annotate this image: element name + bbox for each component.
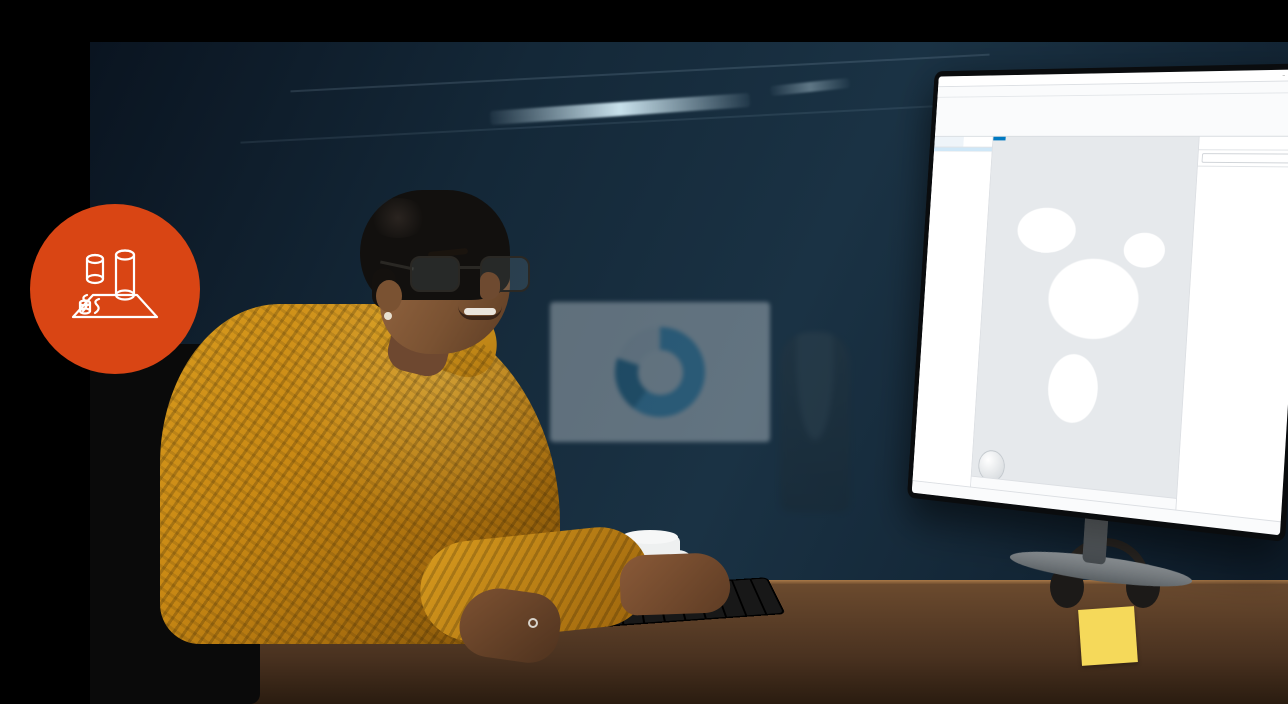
monitor-bezel: –☐✕ [907,63,1288,542]
sticky-note [1078,606,1138,666]
tab-drawing[interactable] [934,137,963,147]
map-view[interactable] [971,137,1199,510]
window-controls[interactable]: –☐✕ [1282,72,1288,78]
ribbon [935,81,1288,137]
layer-item[interactable] [934,147,992,152]
desktop-monitor: –☐✕ [904,63,1288,602]
hero-photo: –☐✕ [90,42,1288,704]
background-person [780,332,850,512]
space-time-cube-viz [980,155,1189,489]
feature-badge [30,204,200,374]
tool-search-input[interactable] [1202,153,1288,163]
glasses-icon [410,256,530,294]
contents-tabs[interactable] [934,137,992,148]
panel-header: ⚙ [1199,137,1288,151]
tab-list[interactable] [963,137,993,147]
person-at-desk [120,144,620,704]
ceiling-light [490,93,750,125]
person-head [350,184,520,374]
ribbon-body[interactable] [935,93,1288,136]
ring [528,618,538,628]
ceiling-light [770,78,851,96]
scene-tab[interactable] [993,137,1006,141]
3d-analysis-icon [65,239,165,339]
person-hand [619,552,731,616]
gis-app-screen: –☐✕ [912,69,1288,535]
ceiling-beam [290,54,989,93]
app-body: ⚙ [913,137,1288,522]
